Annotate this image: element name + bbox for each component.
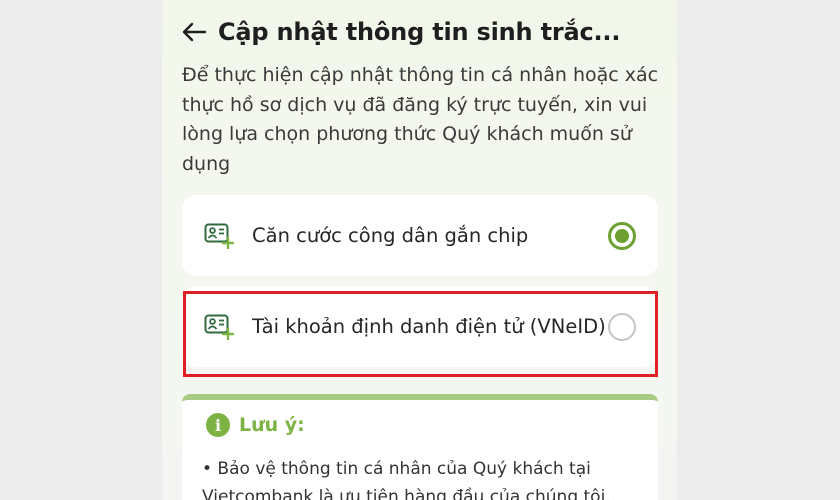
note-title: Lưu ý: [239,414,305,436]
arrow-left-icon [182,22,207,42]
screen: Cập nhật thông tin sinh trắc... Để thực … [162,0,677,500]
option-label: Tài khoản định danh điện tử (VNeID) [252,315,606,338]
id-card-add-icon [204,223,234,249]
info-icon: i [206,413,230,437]
back-button[interactable] [172,12,216,52]
page-title: Cập nhật thông tin sinh trắc... [218,18,621,46]
option-label: Căn cước công dân gắn chip [252,224,529,247]
note-body: • Bảo vệ thông tin cá nhân của Quý khách… [202,459,611,500]
radio-unselected[interactable] [608,312,636,341]
option-vneid[interactable]: Tài khoản định danh điện tử (VNeID) [182,286,658,367]
intro-text: Để thực hiện cập nhật thông tin cá nhân … [182,64,659,175]
note-card: i Lưu ý: • Bảo vệ thông tin cá nhân của … [182,394,658,500]
header-bar: Cập nhật thông tin sinh trắc... [162,12,677,52]
option-cccd-chip[interactable]: Căn cước công dân gắn chip [182,195,658,276]
id-card-add-icon [204,314,234,340]
note-header: i Lưu ý: [206,413,305,437]
radio-selected[interactable] [608,221,636,250]
